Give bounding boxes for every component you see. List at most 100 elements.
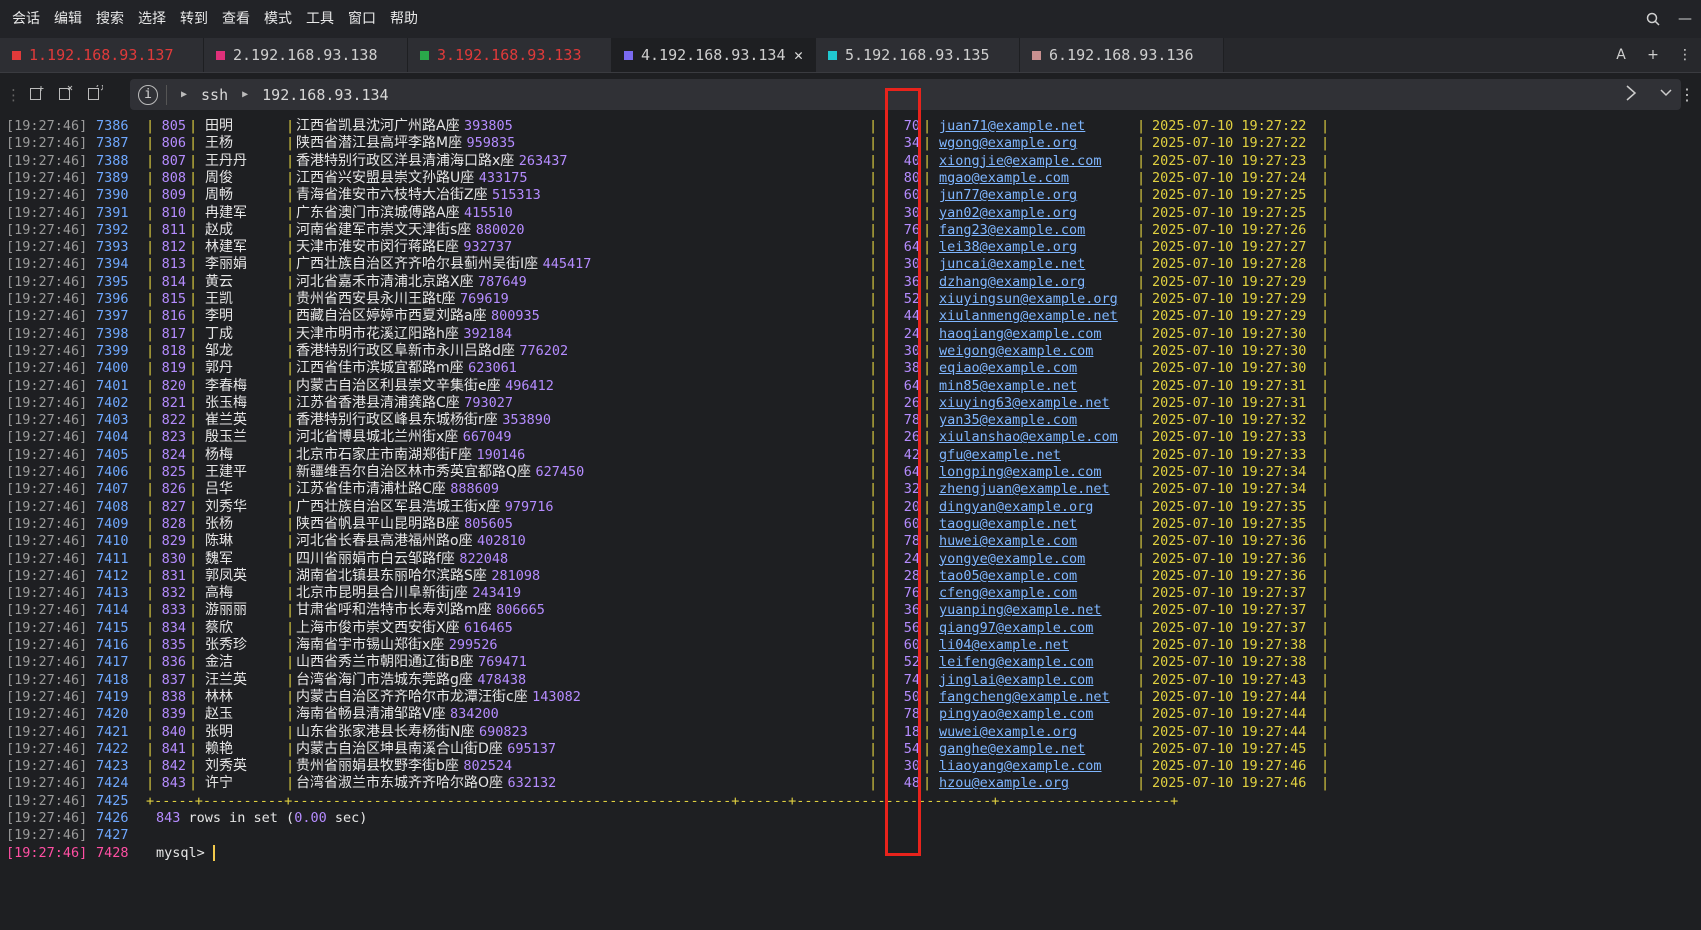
new-session-icon[interactable] <box>29 85 45 105</box>
tab-session-6[interactable]: 6.192.168.93.136 <box>1020 38 1224 72</box>
cell-email[interactable]: dingyan@example.org <box>939 498 1093 517</box>
cell-email[interactable]: gfu@example.net <box>939 446 1061 465</box>
timestamp: [19:27:46] <box>6 394 88 411</box>
line-number: 7425 <box>96 792 129 809</box>
menu-select[interactable]: 选择 <box>131 0 173 38</box>
cell-date: 2025-07-10 19:27:38 <box>1152 637 1307 653</box>
cell-email[interactable]: xiulanshao@example.com <box>939 428 1118 447</box>
cell-email[interactable]: weigong@example.com <box>939 342 1093 361</box>
table-border: | <box>923 187 932 204</box>
minimize-icon[interactable]: — <box>1669 0 1701 38</box>
cell-email[interactable]: yuanping@example.net <box>939 601 1102 620</box>
cell-email[interactable]: xiongjie@example.com <box>939 152 1102 171</box>
table-row: [19:27:46] 7413 | 832 | 高梅 | 北京市昆明县合川阜新街j座 2434… <box>0 584 1701 603</box>
toolbar-more-icon[interactable]: ⋮ <box>1679 79 1695 110</box>
table-border: | <box>1321 637 1330 653</box>
cell-email[interactable]: wgong@example.org <box>939 134 1077 153</box>
cell-address: 台湾省海门市浩城东莞路g座 478438 <box>296 671 526 690</box>
more-icon[interactable]: ⋮ <box>1669 36 1701 74</box>
terminal-line: [19:27:46] 7426 843 rows in set (0.00 sec) <box>0 809 1701 828</box>
cell-email[interactable]: cfeng@example.com <box>939 584 1077 603</box>
tab-session-4[interactable]: 4.192.168.93.134 ✕ <box>612 38 816 72</box>
menu-help[interactable]: 帮助 <box>383 0 425 38</box>
cell-name: 赵成 <box>205 221 233 238</box>
cell-email[interactable]: dzhang@example.org <box>939 273 1085 292</box>
table-border: | <box>286 325 295 342</box>
cell-email[interactable]: eqiao@example.com <box>939 359 1077 378</box>
add-tab-icon[interactable]: + <box>1637 36 1669 74</box>
menu-view[interactable]: 查看 <box>215 0 257 38</box>
table-row: [19:27:46] 7419 | 838 | 林林 | 内蒙古自治区齐齐哈尔市龙潭汪街c座 … <box>0 688 1701 707</box>
address-zip: 190146 <box>476 446 526 463</box>
cell-email[interactable]: taogu@example.net <box>939 515 1077 534</box>
cell-email[interactable]: tao05@example.com <box>939 567 1077 586</box>
cell-email[interactable]: hzou@example.org <box>939 774 1069 793</box>
tab-color-icon <box>828 50 837 60</box>
search-icon[interactable] <box>1637 0 1669 38</box>
cell-email[interactable]: min85@example.net <box>939 377 1077 396</box>
close-icon[interactable]: ✕ <box>794 46 803 64</box>
cell-name: 黄云 <box>205 273 233 290</box>
cell-email[interactable]: xiulanmeng@example.net <box>939 307 1118 326</box>
menu-search[interactable]: 搜索 <box>89 0 131 38</box>
cell-date: 2025-07-10 19:27:44 <box>1152 723 1307 740</box>
forward-icon[interactable] <box>1625 84 1637 105</box>
cell-date: 2025-07-10 19:27:29 <box>1152 273 1307 290</box>
tab-session-1[interactable]: 1.192.168.93.137 <box>0 38 204 72</box>
close-session-icon[interactable] <box>58 85 74 105</box>
table-border: | <box>869 481 878 498</box>
cell-email[interactable]: yongye@example.com <box>939 550 1085 569</box>
cell-email[interactable]: haoqiang@example.com <box>939 325 1102 344</box>
menu-edit[interactable]: 编辑 <box>47 0 89 38</box>
tab-session-5[interactable]: 5.192.168.93.135 <box>816 38 1020 72</box>
cell-email[interactable]: jun77@example.org <box>939 186 1077 205</box>
cell-email[interactable]: yan35@example.com <box>939 411 1077 430</box>
highlight-box <box>885 88 921 856</box>
menu-tools[interactable]: 工具 <box>299 0 341 38</box>
chevron-down-icon[interactable] <box>1659 85 1673 105</box>
cell-email[interactable]: li04@example.net <box>939 636 1069 655</box>
cell-email[interactable]: ganghe@example.net <box>939 740 1085 759</box>
cell-email[interactable]: fang23@example.com <box>939 221 1085 240</box>
font-size-icon[interactable]: A <box>1605 36 1637 74</box>
cell-address: 香港特别行政区阜新市永川吕路d座 776202 <box>296 342 568 361</box>
cell-email[interactable]: juan71@example.net <box>939 117 1085 136</box>
cell-email[interactable]: wuwei@example.org <box>939 723 1077 742</box>
tab-session-2[interactable]: 2.192.168.93.138 <box>204 38 408 72</box>
table-border: | <box>869 187 878 204</box>
table-row: [19:27:46] 7402 | 821 | 张玉梅 | 江苏省香港县清浦龚路C座 7930… <box>0 394 1701 413</box>
info-icon[interactable]: i <box>138 84 158 105</box>
cell-email[interactable]: qiang97@example.com <box>939 619 1093 638</box>
menu-window[interactable]: 窗口 <box>341 0 383 38</box>
cell-email[interactable]: zhengjuan@example.net <box>939 480 1110 499</box>
prompt-line[interactable]: mysql> <box>156 844 215 863</box>
cell-email[interactable]: lei38@example.org <box>939 238 1077 257</box>
cell-email[interactable]: longping@example.com <box>939 463 1102 482</box>
cell-email[interactable]: yan02@example.org <box>939 204 1077 223</box>
cell-email[interactable]: xiuying63@example.net <box>939 394 1110 413</box>
timestamp: [19:27:46] <box>6 585 88 602</box>
table-border: | <box>869 308 878 325</box>
table-border: | <box>923 342 932 359</box>
cell-email[interactable]: huwei@example.com <box>939 532 1077 551</box>
menu-session[interactable]: 会话 <box>0 0 47 38</box>
table-border: | <box>869 152 878 169</box>
cell-email[interactable]: fangcheng@example.net <box>939 688 1110 707</box>
address-text: 北京市石家庄市南湖郑街F座 <box>296 446 473 463</box>
cell-email[interactable]: liaoyang@example.com <box>939 757 1102 776</box>
cell-email[interactable]: xiuyingsun@example.org <box>939 290 1118 309</box>
table-border: | <box>1137 135 1146 152</box>
cell-email[interactable]: juncai@example.net <box>939 255 1085 274</box>
menu-goto[interactable]: 转到 <box>173 0 215 38</box>
table-border: | <box>286 152 295 169</box>
table-border: | <box>1321 481 1330 498</box>
menu-mode[interactable]: 模式 <box>257 0 299 38</box>
address-zip: 433175 <box>478 169 528 186</box>
table-border: | <box>869 256 878 273</box>
reconnect-icon[interactable] <box>87 83 104 105</box>
cell-email[interactable]: leifeng@example.com <box>939 653 1093 672</box>
cell-email[interactable]: jinglai@example.com <box>939 671 1093 690</box>
cell-email[interactable]: pingyao@example.com <box>939 705 1093 724</box>
tab-session-3[interactable]: 3.192.168.93.133 <box>408 38 612 72</box>
cell-email[interactable]: mgao@example.com <box>939 169 1069 188</box>
